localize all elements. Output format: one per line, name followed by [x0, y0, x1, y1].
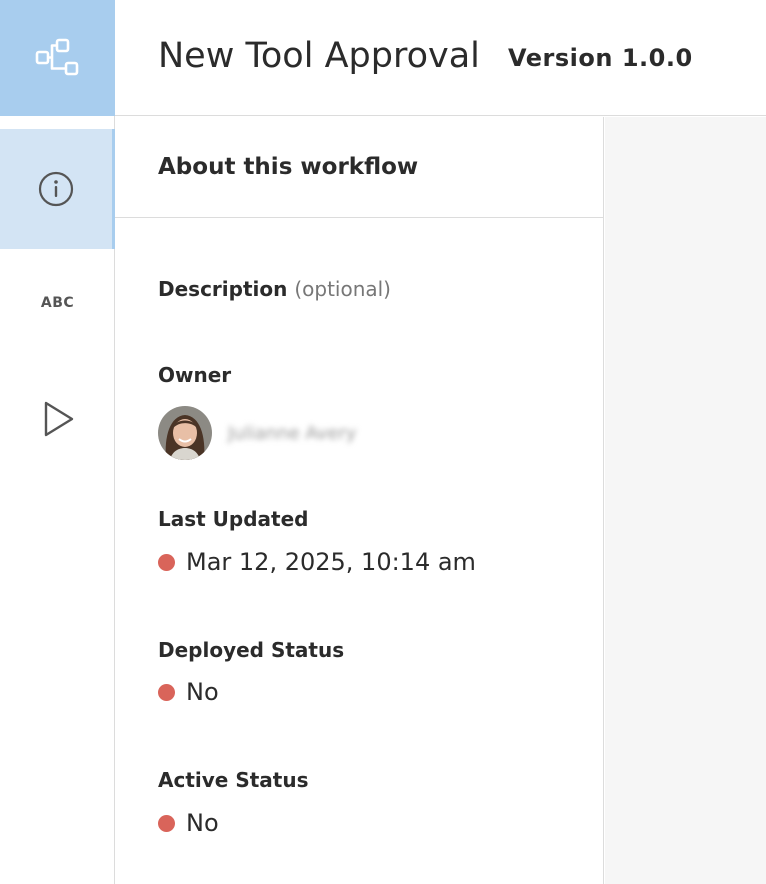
owner-name: Julianne Avery — [228, 422, 357, 444]
info-icon — [38, 171, 74, 207]
sidebar-item-abc[interactable]: ABC — [0, 244, 115, 362]
page-title: New Tool Approval — [158, 36, 480, 76]
abc-icon: ABC — [40, 295, 75, 311]
avatar[interactable] — [158, 406, 212, 460]
active-status-label: Active Status — [158, 768, 309, 792]
owner-row: Julianne Avery — [158, 406, 356, 460]
active-status-value: No — [186, 809, 219, 837]
owner-label: Owner — [158, 363, 232, 387]
play-icon — [44, 401, 73, 437]
description-label: Description (optional) — [158, 277, 391, 301]
sidebar-rail: ABC — [0, 0, 115, 884]
status-dot — [158, 683, 175, 701]
last-updated-row: Mar 12, 2025, 10:14 am — [158, 548, 476, 576]
deployed-status-row: No — [158, 678, 219, 706]
deployed-status-value: No — [186, 678, 219, 706]
panel-title: About this workflow — [158, 154, 419, 180]
last-updated-value: Mar 12, 2025, 10:14 am — [186, 548, 476, 576]
sidebar-item-run[interactable] — [0, 360, 115, 478]
workflow-logo[interactable] — [0, 0, 115, 116]
sidebar-item-info[interactable] — [0, 129, 115, 249]
active-status-row: No — [158, 809, 219, 837]
canvas-area[interactable] — [605, 117, 766, 884]
description-label-text: Description — [158, 277, 288, 301]
about-panel: About this workflow Description (optiona… — [115, 117, 604, 884]
workflow-icon — [35, 38, 78, 76]
description-optional-hint: (optional) — [294, 277, 391, 301]
deployed-status-label: Deployed Status — [158, 638, 345, 662]
status-dot — [158, 814, 175, 832]
status-dot — [158, 553, 175, 571]
panel-header: About this workflow — [115, 117, 604, 218]
page-header: New Tool Approval Version 1.0.0 — [115, 0, 766, 116]
version-label: Version 1.0.0 — [508, 44, 693, 72]
last-updated-label: Last Updated — [158, 507, 309, 531]
